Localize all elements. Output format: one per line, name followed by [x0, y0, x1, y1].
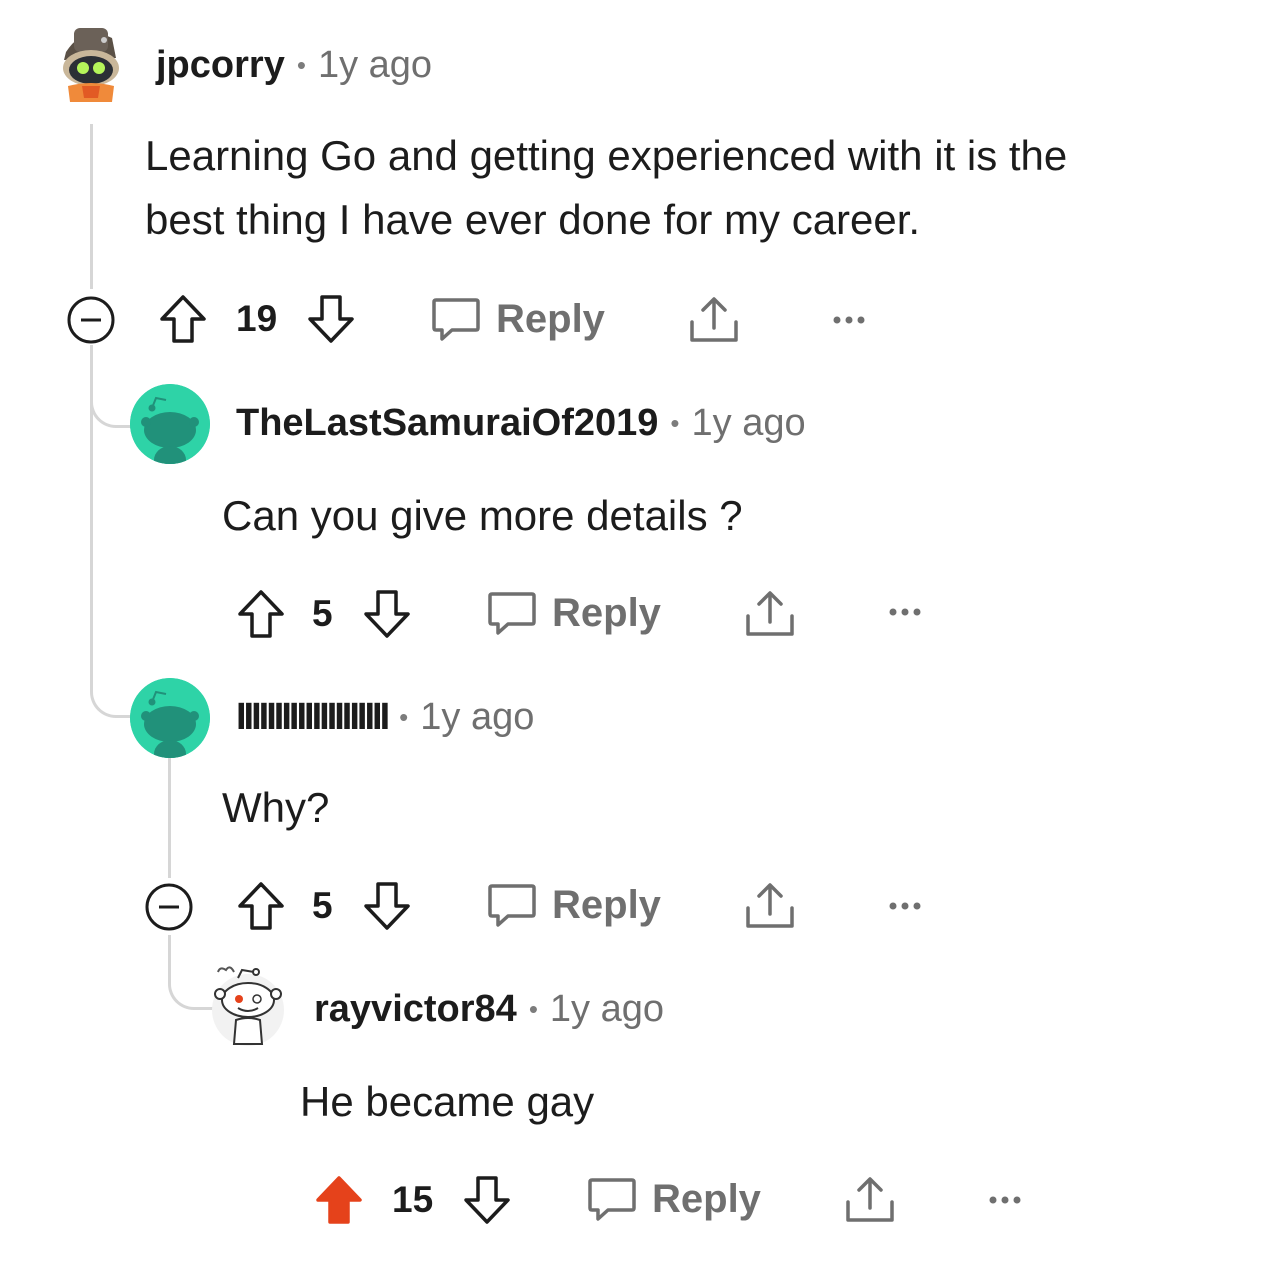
avatar[interactable] [130, 678, 210, 758]
collapse-icon [67, 296, 115, 344]
vote-count: 15 [392, 1179, 434, 1220]
comment-bubble-icon [588, 1178, 636, 1221]
timestamp[interactable]: 1y ago [318, 44, 432, 87]
comment-header: rayvictor84 • 1y ago [314, 984, 664, 1034]
comment-bubble-icon [488, 592, 536, 635]
comment-body: Can you give more details ? [222, 492, 743, 539]
timestamp[interactable]: 1y ago [550, 988, 664, 1031]
thread-connector [90, 345, 135, 718]
downvote-arrow-icon [464, 1176, 510, 1224]
username[interactable]: IIIIIIIIIIIIIIIIIIII [236, 696, 390, 739]
username[interactable]: TheLastSamuraiOf2019 [236, 402, 658, 445]
snoo-outline-avatar-icon [212, 966, 284, 1046]
reply-button[interactable]: Reply [586, 1174, 761, 1224]
vote-count: 5 [312, 593, 333, 634]
reply-button[interactable]: Reply [486, 588, 661, 638]
avatar[interactable] [130, 384, 210, 464]
share-button[interactable] [744, 880, 796, 932]
collapse-button[interactable] [144, 882, 194, 932]
share-icon [690, 297, 738, 342]
upvote-arrow-filled-icon [316, 1176, 362, 1224]
default-snoo-avatar-icon [130, 384, 210, 464]
comment-body: Learning Go and getting experienced with… [145, 124, 1245, 252]
separator-dot: • [670, 407, 680, 438]
avatar[interactable] [208, 964, 288, 1048]
upvote-arrow-icon [160, 295, 206, 343]
upvote-button[interactable] [158, 293, 208, 345]
upvote-arrow-icon [238, 590, 284, 638]
reply-button[interactable]: Reply [430, 294, 605, 344]
collapse-button[interactable] [66, 295, 116, 345]
upvote-button[interactable] [314, 1174, 364, 1226]
comment-bubble-icon [488, 884, 536, 927]
snoo-hat-avatar-icon [63, 28, 119, 102]
share-icon [746, 591, 794, 636]
share-icon [846, 1177, 894, 1222]
more-dots-icon [889, 902, 921, 910]
share-button[interactable] [844, 1174, 896, 1226]
collapse-icon [145, 883, 193, 931]
comment-text-line: Learning Go and getting experienced with… [145, 132, 1068, 179]
more-options-button[interactable] [886, 896, 924, 916]
timestamp[interactable]: 1y ago [692, 402, 806, 445]
more-options-button[interactable] [830, 310, 868, 330]
comment-bubble-icon [432, 298, 480, 341]
separator-dot: • [296, 49, 306, 80]
more-options-button[interactable] [986, 1190, 1024, 1210]
reply-label: Reply [552, 590, 661, 635]
comment-body: Why? [222, 784, 330, 831]
downvote-arrow-icon [364, 882, 410, 930]
reply-label: Reply [496, 296, 605, 341]
separator-dot: • [528, 993, 538, 1024]
downvote-arrow-icon [364, 590, 410, 638]
downvote-arrow-icon [308, 295, 354, 343]
more-dots-icon [989, 1196, 1021, 1204]
comment-header: TheLastSamuraiOf2019 • 1y ago [236, 398, 806, 448]
avatar[interactable] [54, 24, 128, 102]
username[interactable]: rayvictor84 [314, 988, 517, 1031]
downvote-button[interactable] [362, 880, 412, 932]
more-options-button[interactable] [886, 602, 924, 622]
reply-label: Reply [552, 882, 661, 927]
upvote-button[interactable] [236, 880, 286, 932]
vote-count: 19 [236, 298, 278, 339]
vote-count: 5 [312, 885, 333, 926]
share-button[interactable] [688, 294, 740, 346]
separator-dot: • [399, 701, 409, 732]
reply-label: Reply [652, 1176, 761, 1221]
reply-button[interactable]: Reply [486, 880, 661, 930]
downvote-button[interactable] [306, 293, 356, 345]
username[interactable]: jpcorry [156, 44, 285, 87]
downvote-button[interactable] [462, 1174, 512, 1226]
downvote-button[interactable] [362, 588, 412, 640]
default-snoo-avatar-icon [130, 678, 210, 758]
more-dots-icon [833, 316, 865, 324]
upvote-button[interactable] [236, 588, 286, 640]
comment-header: IIIIIIIIIIIIIIIIIIII • 1y ago [236, 692, 534, 742]
share-button[interactable] [744, 588, 796, 640]
upvote-arrow-icon [238, 882, 284, 930]
share-icon [746, 883, 794, 928]
thread-line-nested [168, 748, 171, 878]
comment-body: He became gay [300, 1078, 595, 1125]
comment-text-line: best thing I have ever done for my caree… [145, 196, 921, 243]
thread-line-root [90, 124, 93, 289]
timestamp[interactable]: 1y ago [420, 696, 534, 739]
more-dots-icon [889, 608, 921, 616]
comment-header: jpcorry • 1y ago [156, 40, 432, 90]
